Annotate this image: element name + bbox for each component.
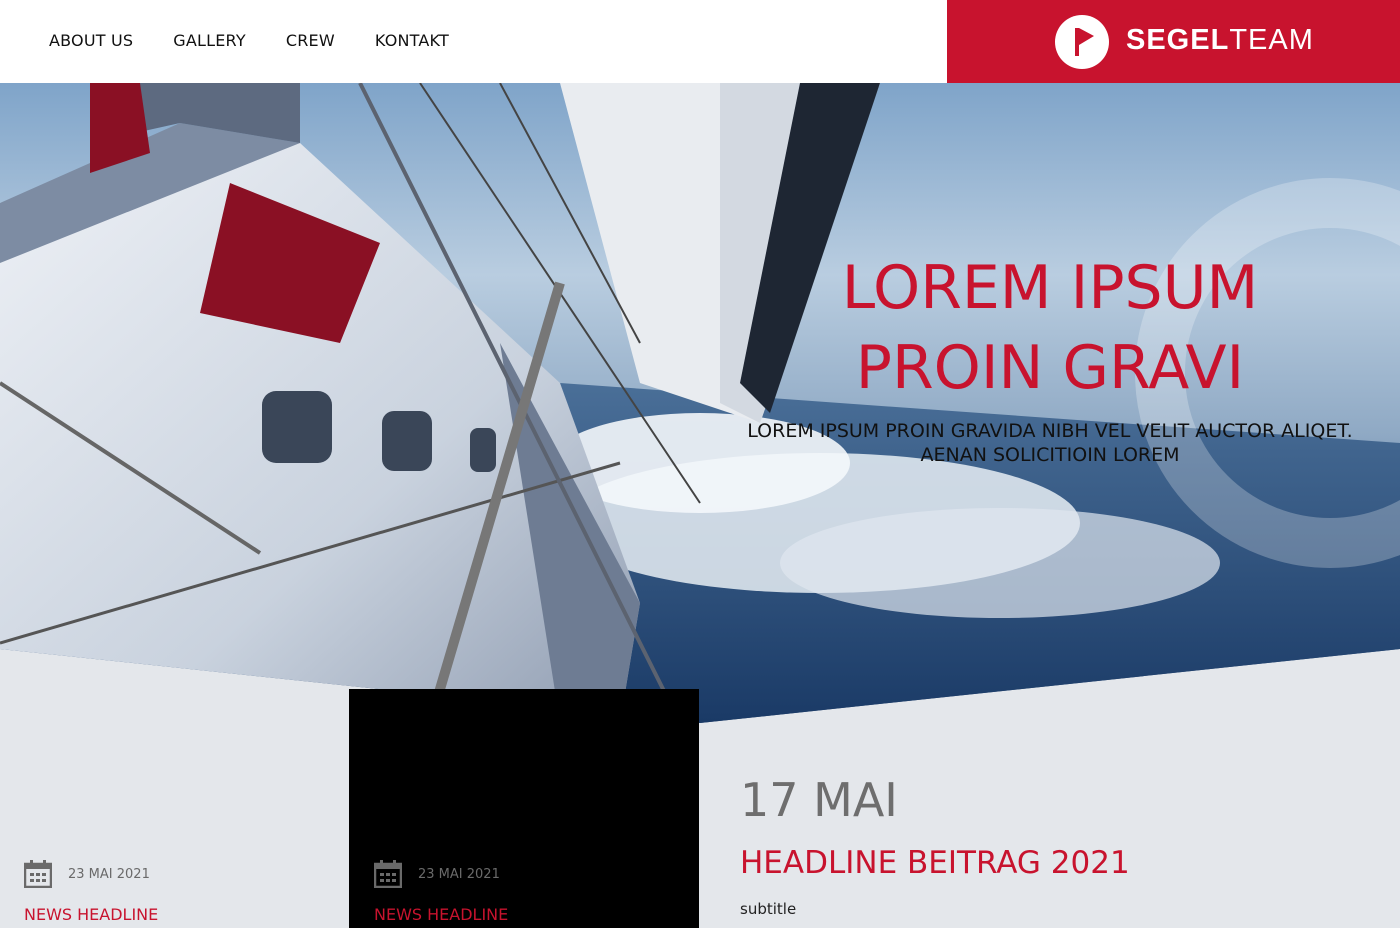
news-card-black <box>349 689 699 928</box>
feature-subtitle: subtitle <box>740 900 797 918</box>
calendar-icon <box>374 860 402 888</box>
nav-about-us[interactable]: ABOUT US <box>49 31 133 50</box>
news-headline[interactable]: NEWS HEADLINE <box>24 905 158 924</box>
hero-title: LOREM IPSUM PROIN GRAVI <box>841 253 1259 403</box>
flag-logo-icon <box>1055 15 1109 69</box>
feature-headline[interactable]: HEADLINE BEITRAG 2021 <box>740 845 1130 881</box>
brand-name: SEGELTEAM <box>1126 24 1314 56</box>
nav-kontakt[interactable]: KONTAKT <box>375 31 449 50</box>
feature-date: 17 MAI <box>740 773 898 827</box>
news-date-row: 23 MAI 2021 <box>374 860 500 888</box>
calendar-icon <box>24 860 52 888</box>
nav-crew[interactable]: CREW <box>286 31 335 50</box>
brand-logo[interactable]: SEGELTEAM <box>947 0 1400 83</box>
hero-subtitle: LOREM IPSUM PROIN GRAVIDA NIBH VEL VELIT… <box>747 420 1353 466</box>
main-nav: ABOUT US GALLERY CREW KONTAKT <box>49 31 449 50</box>
nav-gallery[interactable]: GALLERY <box>173 31 246 50</box>
news-date-row: 23 MAI 2021 <box>24 860 150 888</box>
hero-banner: LOREM IPSUM PROIN GRAVI LOREM IPSUM PROI… <box>0 83 1400 723</box>
news-date: 23 MAI 2021 <box>418 866 500 882</box>
header: ABOUT US GALLERY CREW KONTAKT SEGELTEAM <box>0 0 1400 83</box>
news-date: 23 MAI 2021 <box>68 866 150 882</box>
news-headline[interactable]: NEWS HEADLINE <box>374 905 508 924</box>
